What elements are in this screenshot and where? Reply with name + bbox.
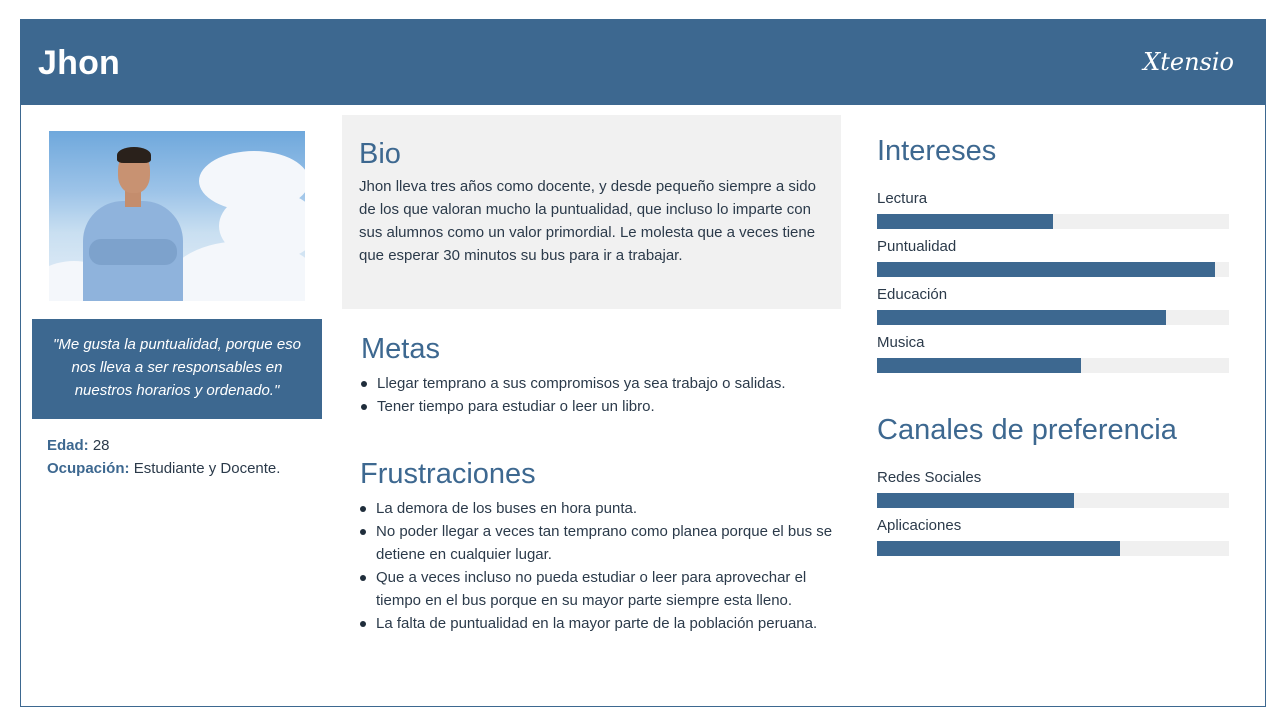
bio-title: Bio — [359, 138, 401, 170]
age-value: 28 — [92, 437, 110, 454]
bar-track — [877, 493, 1229, 508]
bar-fill — [877, 214, 1053, 229]
bar-label: Educación — [877, 286, 948, 303]
interest-bar-item: Lectura — [877, 189, 1229, 237]
age-row: Edad: 28 — [47, 434, 280, 457]
persona-quote: "Me gusta la puntualidad, porque eso nos… — [32, 319, 322, 419]
bar-fill — [877, 310, 1166, 325]
goals-title: Metas — [361, 333, 440, 365]
bar-track — [877, 541, 1229, 556]
interest-bar-item: Puntualidad — [877, 237, 1229, 285]
bar-label: Lectura — [877, 190, 928, 207]
bar-label: Aplicaciones — [877, 517, 962, 534]
bio-panel: Bio Jhon lleva tres años como docente, y… — [342, 115, 841, 309]
frustrations-title: Frustraciones — [360, 458, 536, 490]
frustrations-section: Frustraciones La demora de los buses en … — [360, 457, 840, 635]
brand-logo: Xtensio — [1143, 48, 1234, 76]
channel-bar-item: Aplicaciones — [877, 516, 1229, 564]
list-item: Llegar temprano a sus compromisos ya sea… — [361, 372, 841, 395]
bar-fill — [877, 358, 1082, 373]
occupation-row: Ocupación: Estudiante y Docente. — [47, 457, 280, 480]
occupation-label: Ocupación: — [47, 460, 130, 477]
list-item: No poder llegar a veces tan temprano com… — [360, 520, 840, 566]
bar-label: Redes Sociales — [877, 469, 982, 486]
age-label: Edad: — [47, 437, 89, 454]
bar-fill — [877, 541, 1120, 556]
list-item: Tener tiempo para estudiar o leer un lib… — [361, 395, 841, 418]
bar-fill — [877, 493, 1075, 508]
bar-track — [877, 262, 1229, 277]
channels-title: Canales de preferencia — [877, 414, 1177, 446]
frustrations-list: La demora de los buses en hora punta. No… — [360, 497, 840, 635]
bar-label: Musica — [877, 334, 925, 351]
list-item: La demora de los buses en hora punta. — [360, 497, 840, 520]
bio-text: Jhon lleva tres años como docente, y des… — [359, 178, 816, 264]
goals-list: Llegar temprano a sus compromisos ya sea… — [361, 372, 841, 418]
persona-card: Jhon Xtensio "Me gusta la puntualidad, p… — [20, 19, 1266, 707]
bar-track — [877, 358, 1229, 373]
bar-label: Puntualidad — [877, 238, 957, 255]
interests-bars: Lectura Puntualidad Educación Musica — [877, 189, 1229, 381]
header-bar: Jhon Xtensio — [21, 20, 1265, 105]
persona-photo — [49, 131, 305, 301]
list-item: Que a veces incluso no pueda estudiar o … — [360, 566, 840, 612]
bar-track — [877, 310, 1229, 325]
interests-title: Intereses — [877, 135, 997, 167]
interest-bar-item: Musica — [877, 333, 1229, 381]
interests-section: Intereses Lectura Puntualidad Educación … — [877, 134, 1229, 381]
persona-name: Jhon — [38, 44, 121, 82]
bar-track — [877, 214, 1229, 229]
channels-section: Canales de preferencia Redes Sociales Ap… — [877, 413, 1229, 564]
list-item: La falta de puntualidad en la mayor part… — [360, 612, 840, 635]
interest-bar-item: Educación — [877, 285, 1229, 333]
channel-bar-item: Redes Sociales — [877, 468, 1229, 516]
channels-bars: Redes Sociales Aplicaciones — [877, 468, 1229, 564]
occupation-value: Estudiante y Docente. — [133, 460, 281, 477]
bar-fill — [877, 262, 1215, 277]
persona-facts: Edad: 28 Ocupación: Estudiante y Docente… — [47, 434, 280, 480]
goals-section: Metas Llegar temprano a sus compromisos … — [361, 332, 841, 418]
